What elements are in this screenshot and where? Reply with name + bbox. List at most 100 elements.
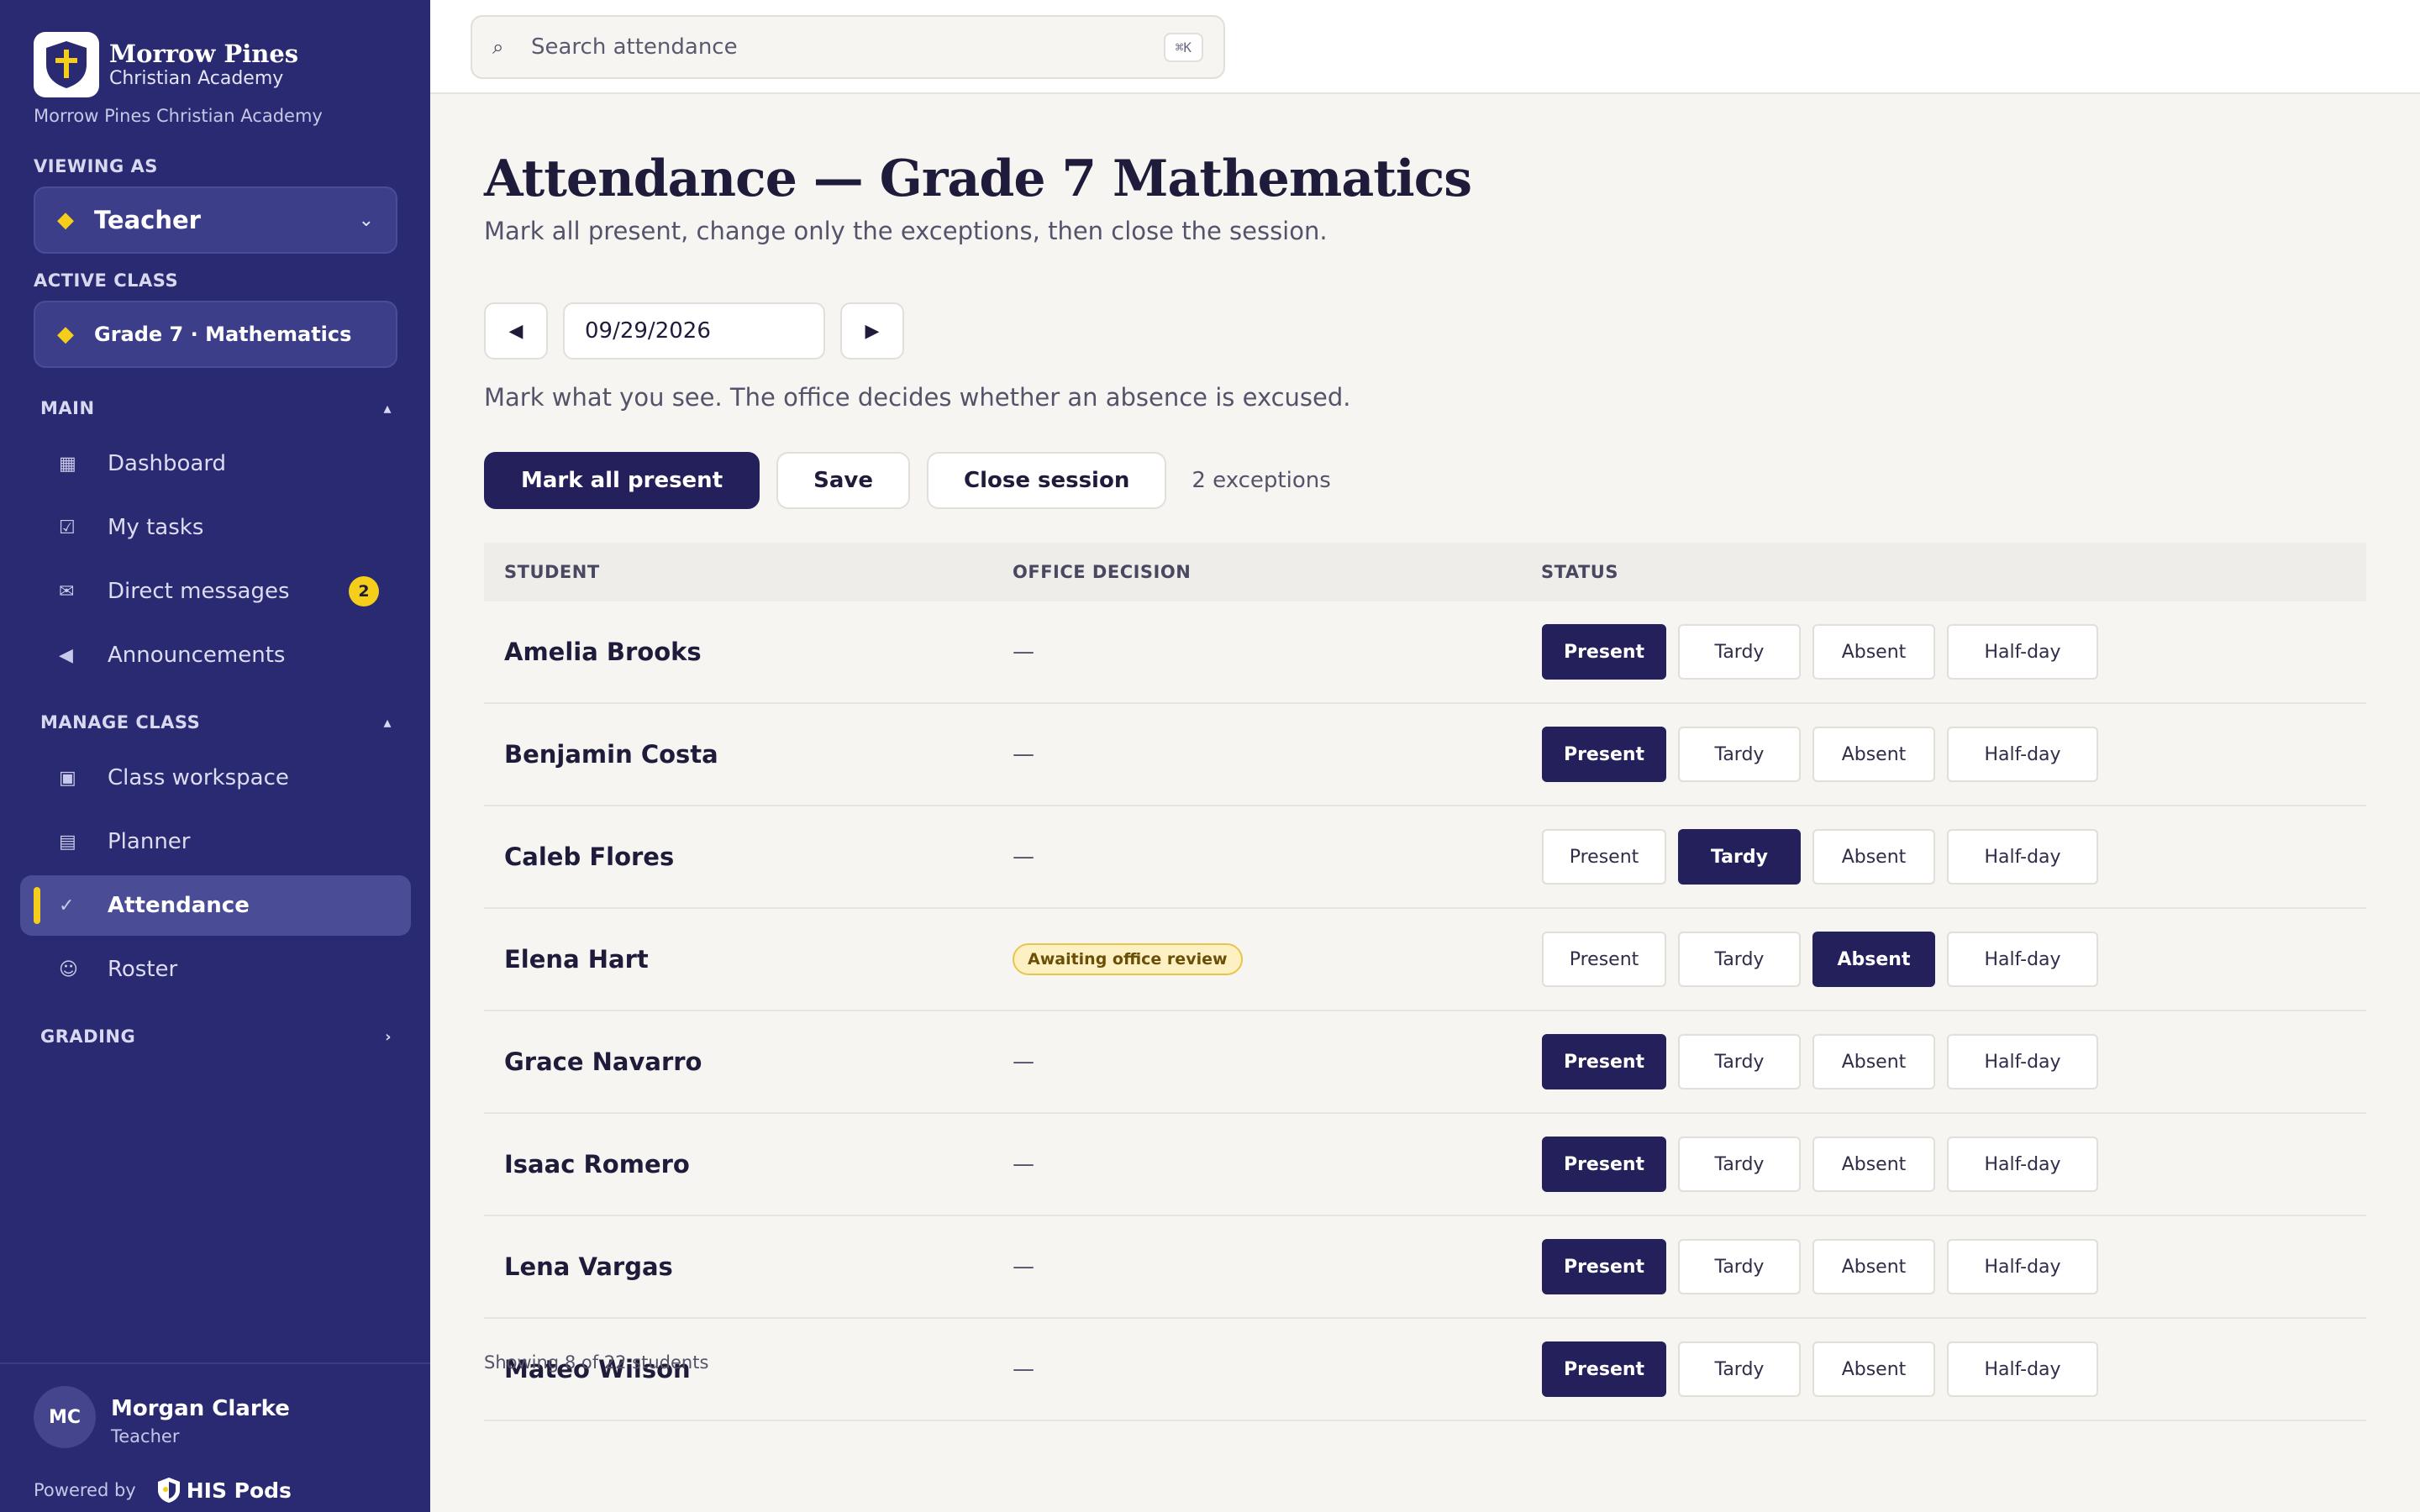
role-select[interactable]: ◆ Teacher ⌄ bbox=[34, 186, 397, 254]
action-bar: Mark all present Save Close session 2 ex… bbox=[484, 452, 1331, 509]
student-name: Elena Hart bbox=[504, 945, 649, 974]
shield-icon bbox=[157, 1478, 180, 1503]
status-option-absent[interactable]: Absent bbox=[1812, 1137, 1935, 1192]
search-icon: ⌕ bbox=[492, 35, 504, 59]
search-input[interactable] bbox=[531, 34, 1164, 60]
mark-all-present-button[interactable]: Mark all present bbox=[484, 452, 760, 509]
section-grading-header[interactable]: GRADING › bbox=[40, 1026, 392, 1047]
status-option-half-day[interactable]: Half-day bbox=[1947, 727, 2098, 782]
status-option-present[interactable]: Present bbox=[1542, 1239, 1666, 1294]
status-segmented-control: Present Tardy Absent Half-day bbox=[1542, 1034, 2366, 1089]
student-name: Grace Navarro bbox=[504, 1047, 702, 1076]
status-option-half-day[interactable]: Half-day bbox=[1947, 829, 2098, 885]
office-decision-cell: — bbox=[1013, 639, 1034, 664]
sidebar-item-class-workspace[interactable]: ▣ Class workspace bbox=[20, 748, 411, 808]
table-row: Amelia Brooks — Present Tardy Absent Half-day bbox=[484, 601, 2366, 704]
workspace-icon: ▣ bbox=[59, 767, 76, 789]
sidebar-item-label: Attendance bbox=[108, 893, 250, 918]
active-class-label: ACTIVE CLASS bbox=[34, 270, 179, 291]
close-session-button[interactable]: Close session bbox=[926, 452, 1167, 509]
status-option-half-day[interactable]: Half-day bbox=[1947, 1034, 2098, 1089]
class-select[interactable]: ◆ Grade 7 · Mathematics bbox=[34, 301, 397, 368]
message-icon: ✉ bbox=[59, 580, 75, 602]
sidebar-item-label: Direct messages bbox=[108, 579, 290, 604]
status-badge: Awaiting office review bbox=[1013, 943, 1243, 975]
status-option-tardy[interactable]: Tardy bbox=[1678, 1034, 1801, 1089]
unread-badge: 2 bbox=[349, 576, 379, 606]
class-select-value: Grade 7 · Mathematics bbox=[94, 323, 352, 346]
status-option-present[interactable]: Present bbox=[1542, 1137, 1666, 1192]
status-option-absent[interactable]: Absent bbox=[1812, 1034, 1935, 1089]
shield-cross-icon bbox=[46, 41, 87, 88]
status-option-half-day[interactable]: Half-day bbox=[1947, 1239, 2098, 1294]
brand-subtitle: Christian Academy bbox=[109, 68, 284, 89]
office-decision-cell: Awaiting office review bbox=[1013, 943, 1541, 975]
table-row: Mateo Wilson — Present Tardy Absent Half-day bbox=[484, 1319, 2366, 1421]
status-option-absent[interactable]: Absent bbox=[1812, 1341, 1935, 1397]
status-segmented-control: Present Tardy Absent Half-day bbox=[1542, 932, 2366, 987]
status-option-tardy[interactable]: Tardy bbox=[1678, 829, 1801, 885]
status-option-half-day[interactable]: Half-day bbox=[1947, 1341, 2098, 1397]
status-option-tardy[interactable]: Tardy bbox=[1678, 624, 1801, 680]
save-button[interactable]: Save bbox=[776, 452, 910, 509]
calendar-icon: ▤ bbox=[59, 831, 76, 853]
sidebar-item-announcements[interactable]: ◀ Announcements bbox=[20, 625, 411, 685]
user-panel: MC Morgan Clarke Teacher Powered by HIS … bbox=[0, 1362, 430, 1512]
collapse-icon: ▴ bbox=[383, 713, 392, 732]
date-field[interactable] bbox=[563, 302, 825, 360]
status-cell: Present Tardy Absent Half-day bbox=[1541, 1034, 2366, 1089]
status-option-absent[interactable]: Absent bbox=[1812, 1239, 1935, 1294]
sidebar-item-dashboard[interactable]: ▦ Dashboard bbox=[20, 433, 411, 494]
office-decision-cell: — bbox=[1013, 742, 1034, 767]
section-grading-label: GRADING bbox=[40, 1026, 136, 1047]
class-icon: ◆ bbox=[57, 322, 74, 347]
status-option-absent[interactable]: Absent bbox=[1812, 727, 1935, 782]
sidebar-item-direct-messages[interactable]: ✉ Direct messages 2 bbox=[20, 561, 411, 622]
status-option-absent[interactable]: Absent bbox=[1812, 932, 1935, 987]
powered-by-label: Powered by bbox=[34, 1480, 136, 1500]
status-option-present[interactable]: Present bbox=[1542, 829, 1666, 885]
sidebar-item-roster[interactable]: ☺ Roster bbox=[20, 939, 411, 1000]
status-option-tardy[interactable]: Tardy bbox=[1678, 1239, 1801, 1294]
status-option-absent[interactable]: Absent bbox=[1812, 624, 1935, 680]
search-box[interactable]: ⌕ ⌘K bbox=[471, 15, 1225, 79]
status-option-tardy[interactable]: Tardy bbox=[1678, 1341, 1801, 1397]
school-name: Morrow Pines Christian Academy bbox=[34, 106, 323, 126]
status-option-half-day[interactable]: Half-day bbox=[1947, 1137, 2098, 1192]
brand[interactable]: Morrow Pines Christian Academy bbox=[34, 32, 298, 97]
status-option-tardy[interactable]: Tardy bbox=[1678, 932, 1801, 987]
powered-by: Powered by HIS Pods bbox=[34, 1477, 292, 1504]
office-decision-cell: — bbox=[1013, 1152, 1034, 1177]
sidebar-item-label: Class workspace bbox=[108, 765, 289, 790]
status-option-tardy[interactable]: Tardy bbox=[1678, 727, 1801, 782]
status-option-present[interactable]: Present bbox=[1542, 1034, 1666, 1089]
table-row: Caleb Flores — Present Tardy Absent Half-day bbox=[484, 806, 2366, 909]
sidebar-item-planner[interactable]: ▤ Planner bbox=[20, 811, 411, 872]
sidebar-item-attendance[interactable]: ✓ Attendance bbox=[20, 875, 411, 936]
student-name: Amelia Brooks bbox=[504, 638, 702, 666]
collapse-icon: ▴ bbox=[383, 399, 392, 417]
status-option-present[interactable]: Present bbox=[1542, 932, 1666, 987]
column-header-status: STATUS bbox=[1541, 562, 1618, 582]
brand-name: Morrow Pines bbox=[109, 39, 299, 68]
status-option-present[interactable]: Present bbox=[1542, 1341, 1666, 1397]
status-segmented-control: Present Tardy Absent Half-day bbox=[1542, 624, 2366, 680]
topbar: ⌕ ⌘K bbox=[430, 0, 2420, 94]
sidebar-item-my-tasks[interactable]: ☑ My tasks bbox=[20, 497, 411, 558]
next-day-button[interactable]: ▶ bbox=[840, 302, 904, 360]
section-main-header[interactable]: MAIN ▴ bbox=[40, 398, 392, 418]
section-manage-class-header[interactable]: MANAGE CLASS ▴ bbox=[40, 712, 392, 732]
status-option-half-day[interactable]: Half-day bbox=[1947, 624, 2098, 680]
column-header-office-decision: OFFICE DECISION bbox=[1013, 562, 1192, 582]
section-main-label: MAIN bbox=[40, 398, 95, 418]
avatar[interactable]: MC bbox=[34, 1386, 96, 1448]
status-option-present[interactable]: Present bbox=[1542, 727, 1666, 782]
prev-day-button[interactable]: ◀ bbox=[484, 302, 548, 360]
status-option-tardy[interactable]: Tardy bbox=[1678, 1137, 1801, 1192]
status-segmented-control: Present Tardy Absent Half-day bbox=[1542, 1137, 2366, 1192]
status-segmented-control: Present Tardy Absent Half-day bbox=[1542, 829, 2366, 885]
status-option-present[interactable]: Present bbox=[1542, 624, 1666, 680]
status-option-half-day[interactable]: Half-day bbox=[1947, 932, 2098, 987]
status-option-absent[interactable]: Absent bbox=[1812, 829, 1935, 885]
attendance-table: STUDENT OFFICE DECISION STATUS Amelia Br… bbox=[484, 543, 2366, 1421]
